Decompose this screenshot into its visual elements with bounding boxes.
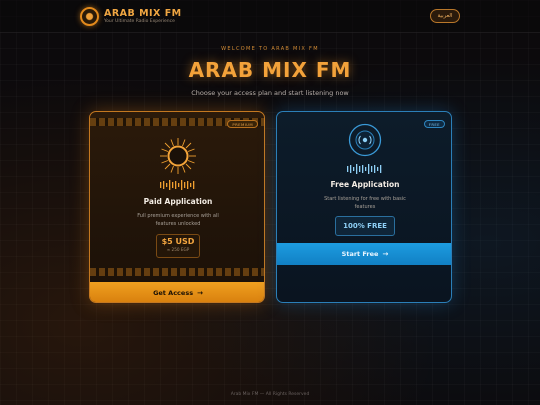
free-badge: FREE (423, 120, 445, 128)
page-subtitle: Choose your access plan and start listen… (191, 89, 349, 97)
paid-plan-description: Full premium experience with all feature… (137, 213, 219, 227)
start-free-button[interactable]: Start Free → (277, 243, 451, 265)
arrow-right-icon: → (197, 289, 203, 297)
equalizer-icon (160, 180, 195, 190)
film-strip-bottom (90, 268, 264, 276)
page-title: ARAB MIX FM (188, 58, 352, 82)
price-usd: $5 USD (161, 237, 195, 246)
start-free-label: Start Free (341, 250, 379, 258)
get-access-button[interactable]: Get Access → (90, 282, 264, 302)
free-plan-card[interactable]: FREE Free Application Start listening fo… (276, 111, 452, 303)
footer-text: Arab Mix FM — All Rights Reserved (230, 392, 310, 397)
brand-name: ARAB MIX FM (104, 8, 182, 19)
free-plan-description: Start listening for free with basic feat… (324, 196, 406, 210)
price-box: $5 USD ≈ 250 EGP (156, 234, 200, 258)
equalizer-icon-free (347, 164, 382, 174)
premium-badge: PREMIUM (227, 120, 258, 128)
radio-logo-icon[interactable] (80, 7, 99, 26)
language-button[interactable]: العربية (430, 9, 460, 23)
free-price-box: 100% FREE (335, 216, 395, 236)
price-egp: ≈ 250 EGP (166, 247, 190, 252)
sunburst-icon (160, 138, 196, 174)
paid-plan-title: Paid Application (143, 197, 213, 206)
top-bar: ARAB MIX FM Your Ultimate Radio Experien… (0, 0, 540, 33)
radio-wave-icon (348, 123, 382, 157)
free-plan-title: Free Application (330, 180, 400, 189)
arrow-right-icon: → (382, 250, 389, 258)
get-access-label: Get Access (153, 289, 194, 297)
welcome-kicker: WELCOME TO ARAB MIX FM (221, 46, 319, 52)
paid-plan-card[interactable]: PREMIUM Paid Application Full premium ex… (89, 111, 265, 303)
brand-tagline: Your Ultimate Radio Experience (104, 19, 175, 24)
